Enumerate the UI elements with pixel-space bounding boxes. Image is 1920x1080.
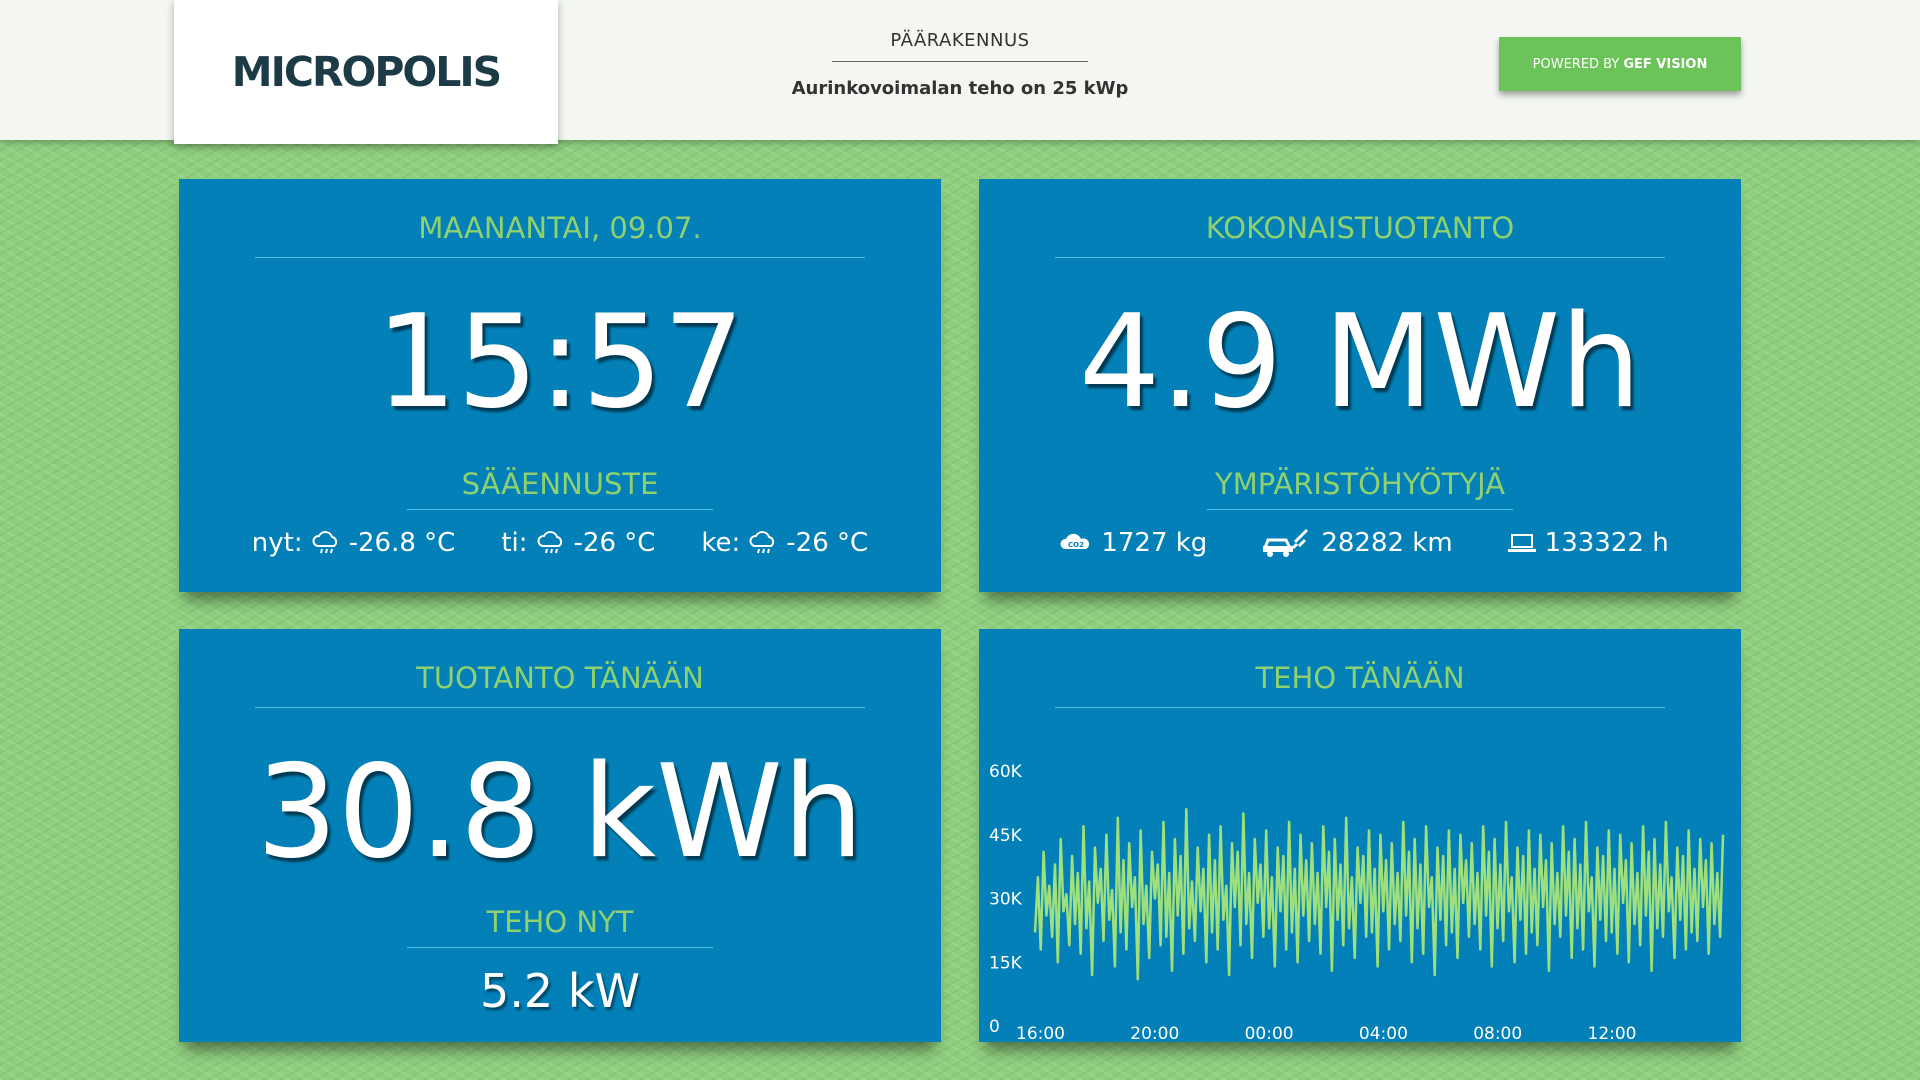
forecast-label: nyt: bbox=[251, 528, 303, 558]
forecast-value: -26 °C bbox=[573, 528, 656, 558]
svg-text:CO2: CO2 bbox=[1068, 541, 1084, 549]
total-production-panel: KOKONAISTUOTANTO 4.9 MWh YMPÄRISTÖHYÖTYJ… bbox=[979, 179, 1741, 592]
co2-cloud-icon: CO2 bbox=[1060, 533, 1090, 549]
site-subtitle: Aurinkovoimalan teho on 25 kWp bbox=[791, 78, 1129, 99]
y-tick-label: 30K bbox=[989, 890, 1023, 910]
total-title: KOKONAISTUOTANTO bbox=[1055, 211, 1665, 258]
x-tick-label: 20:00 bbox=[1130, 1024, 1179, 1042]
power-chart-panel: TEHO TÄNÄÄN 0 15K 30K 45K 60K 16:00 20:00 00:00… bbox=[979, 629, 1741, 1044]
benefit-value: 133322 h bbox=[1544, 528, 1669, 558]
site-title: PÄÄRAKENNUS bbox=[832, 30, 1088, 62]
power-now-value: 5.2 kW bbox=[480, 964, 640, 1018]
y-tick-label: 60K bbox=[989, 762, 1023, 782]
total-value: 4.9 MWh bbox=[1078, 288, 1642, 437]
laptop-icon bbox=[1507, 534, 1536, 552]
power-series-line bbox=[1033, 808, 1725, 981]
benefit-value: 1727 kg bbox=[1101, 528, 1208, 558]
forecast-label: ke: bbox=[701, 528, 741, 558]
forecast-item-tue: ti: -26 °C bbox=[501, 528, 655, 558]
y-tick-label: 0 bbox=[989, 1017, 1000, 1037]
power-now-title: TEHO NYT bbox=[407, 905, 713, 948]
chart-svg: 0 15K 30K 45K 60K 16:00 20:00 00:00 04:00 08:00 12… bbox=[989, 762, 1725, 1044]
cloud-rain-icon bbox=[749, 531, 775, 554]
electric-car-icon bbox=[1263, 528, 1309, 557]
benefit-laptop: 133322 h bbox=[1499, 528, 1669, 558]
x-tick-label: 04:00 bbox=[1359, 1024, 1408, 1042]
powered-by-prefix: POWERED BY bbox=[1532, 56, 1620, 72]
benefit-car: 28282 km bbox=[1253, 528, 1453, 558]
x-tick-label: 12:00 bbox=[1588, 1024, 1637, 1042]
cloud-rain-icon bbox=[537, 531, 562, 554]
cloud-rain-icon bbox=[312, 531, 337, 554]
x-tick-label: 16:00 bbox=[1016, 1024, 1065, 1042]
y-tick-label: 15K bbox=[989, 953, 1023, 973]
x-tick-label: 00:00 bbox=[1245, 1024, 1294, 1042]
benefits-row: CO2 1727 kg 28282 km 133322 h bbox=[979, 528, 1741, 558]
logo-container: MICROPOLIS bbox=[174, 0, 558, 144]
date-title: MAANANTAI, 09.07. bbox=[255, 211, 865, 258]
forecast-value: -26 °C bbox=[786, 528, 869, 558]
benefit-value: 28282 km bbox=[1321, 528, 1453, 558]
clock-time: 15:57 bbox=[375, 288, 745, 437]
chart-title: TEHO TÄNÄÄN bbox=[1055, 661, 1665, 708]
benefits-title: YMPÄRISTÖHYÖTYJÄ bbox=[1207, 467, 1513, 510]
clock-panel: MAANANTAI, 09.07. 15:57 SÄÄENNUSTE nyt: … bbox=[179, 179, 941, 592]
forecast-row: nyt: -26.8 °C ti: -26 °C ke: -26 °C bbox=[179, 528, 941, 558]
forecast-item-wed: ke: -26 °C bbox=[701, 528, 868, 558]
power-line-chart: 0 15K 30K 45K 60K 16:00 20:00 00:00 04:00 08:00 12… bbox=[979, 725, 1741, 1046]
today-value: 30.8 kWh bbox=[256, 738, 864, 887]
x-tick-label: 08:00 bbox=[1473, 1024, 1522, 1042]
forecast-item-now: nyt: -26.8 °C bbox=[252, 528, 456, 558]
today-production-panel: TUOTANTO TÄNÄÄN 30.8 kWh TEHO NYT 5.2 kW bbox=[179, 629, 941, 1042]
powered-by-button[interactable]: POWERED BY GEF VISION bbox=[1499, 37, 1741, 91]
today-title: TUOTANTO TÄNÄÄN bbox=[255, 661, 865, 708]
benefit-co2: CO2 1727 kg bbox=[1051, 528, 1207, 558]
forecast-value: -26.8 °C bbox=[348, 528, 456, 558]
powered-by-brand: GEF VISION bbox=[1623, 56, 1708, 72]
forecast-title: SÄÄENNUSTE bbox=[407, 467, 713, 510]
micropolis-logo: MICROPOLIS bbox=[231, 48, 502, 96]
y-tick-label: 45K bbox=[989, 826, 1023, 846]
forecast-label: ti: bbox=[501, 528, 528, 558]
